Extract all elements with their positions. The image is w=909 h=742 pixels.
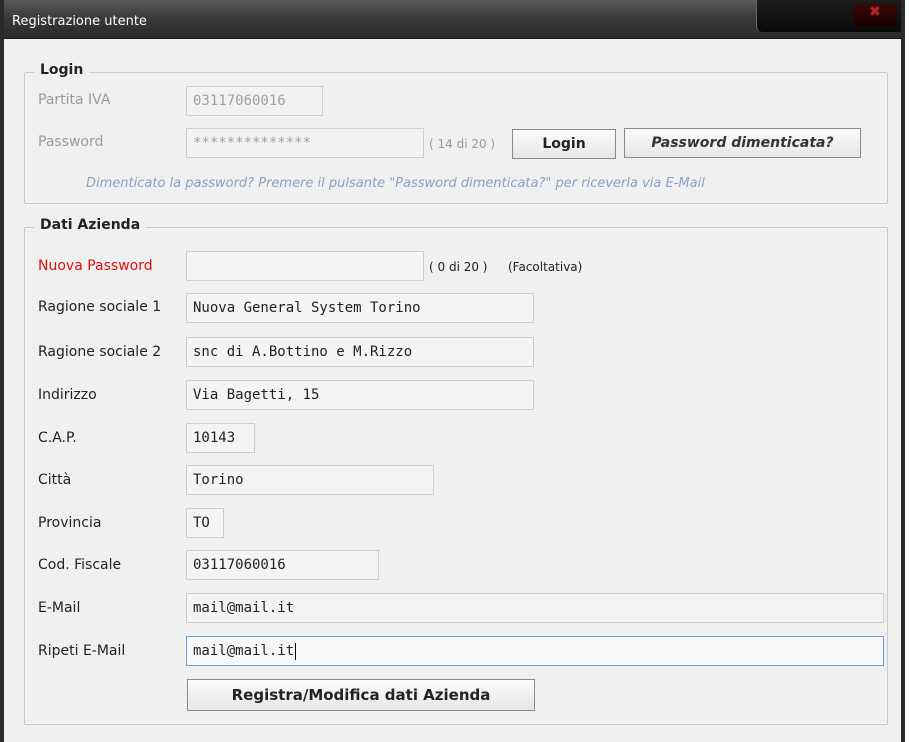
codfiscale-label: Cod. Fiscale <box>38 557 122 573</box>
indirizzo-input[interactable]: Via Bagetti, 15 <box>186 380 534 410</box>
password-input[interactable]: ************** <box>186 128 424 158</box>
provincia-label: Provincia <box>38 515 102 531</box>
login-button[interactable]: Login <box>512 129 616 159</box>
nuova-password-counter: ( 0 di 20 ) <box>429 260 488 274</box>
cap-label: C.A.P. <box>38 430 77 446</box>
provincia-input[interactable]: TO <box>186 508 224 538</box>
citta-input[interactable]: Torino <box>186 465 434 495</box>
indirizzo-label: Indirizzo <box>38 387 97 403</box>
partita-iva-input[interactable]: 03117060016 <box>186 86 323 116</box>
title-bar[interactable]: Registrazione utente ✖ <box>4 0 901 39</box>
codfiscale-input[interactable]: 03117060016 <box>186 550 379 580</box>
email-label: E-Mail <box>38 600 81 616</box>
email-input[interactable]: mail@mail.it <box>186 593 884 623</box>
window-title: Registrazione utente <box>12 14 147 29</box>
ragione2-input[interactable]: snc di A.Bottino e M.Rizzo <box>186 337 534 367</box>
ripeti-email-value: mail@mail.it <box>193 643 295 659</box>
forgot-password-hint: Dimenticato la password? Premere il puls… <box>86 176 705 191</box>
ragione1-input[interactable]: Nuova General System Torino <box>186 293 534 323</box>
nuova-password-label: Nuova Password <box>38 258 153 274</box>
maximize-button[interactable] <box>817 4 853 26</box>
password-label: Password <box>38 134 104 150</box>
login-legend: Login <box>34 62 90 78</box>
citta-label: Città <box>38 472 72 488</box>
forgot-password-button[interactable]: Password dimenticata? <box>624 128 861 158</box>
window-controls: ✖ <box>756 0 901 32</box>
cap-input[interactable]: 10143 <box>186 423 255 453</box>
close-icon: ✖ <box>869 4 881 20</box>
partita-iva-label: Partita IVA <box>38 92 111 108</box>
close-button[interactable]: ✖ <box>853 4 897 26</box>
ripeti-email-label: Ripeti E-Mail <box>38 643 126 659</box>
registration-window: Registrazione utente ✖ Login Partita IVA… <box>0 0 905 742</box>
ripeti-email-input[interactable]: mail@mail.it <box>186 636 884 666</box>
minimize-button[interactable] <box>777 4 813 26</box>
text-caret <box>295 642 297 660</box>
register-button[interactable]: Registra/Modifica dati Azienda <box>187 679 535 711</box>
password-counter: ( 14 di 20 ) <box>429 137 496 151</box>
ragione1-label: Ragione sociale 1 <box>38 299 162 315</box>
nuova-password-input[interactable] <box>186 251 424 281</box>
ragione2-label: Ragione sociale 2 <box>38 344 162 360</box>
azienda-legend: Dati Azienda <box>34 217 147 233</box>
nuova-password-note: (Facoltativa) <box>508 260 583 274</box>
